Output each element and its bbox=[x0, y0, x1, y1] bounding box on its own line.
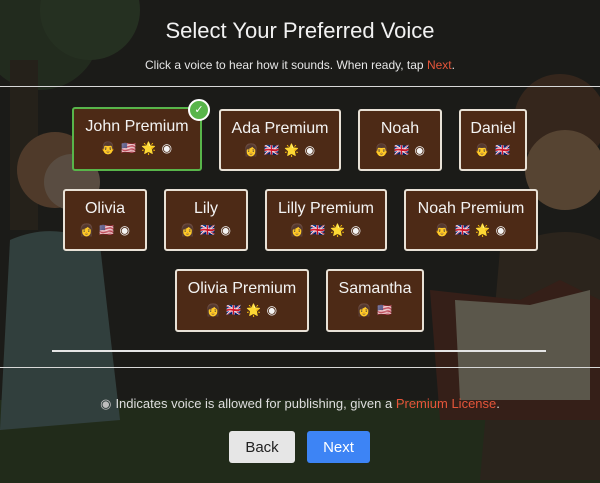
page-title: Select Your Preferred Voice bbox=[165, 18, 435, 43]
voice-name: Samantha bbox=[338, 280, 412, 297]
bottom-divider bbox=[0, 367, 600, 368]
voice-attribute-icons: 👨 🇬🇧 🌟 bbox=[434, 223, 492, 237]
voice-card-lily[interactable]: Lily 👩 🇬🇧 ◉ bbox=[164, 189, 248, 251]
voice-card-olivia-premium[interactable]: Olivia Premium 👩 🇬🇧 🌟 ◉ bbox=[175, 269, 309, 332]
page-subtitle: Click a voice to hear how it sounds. Whe… bbox=[0, 58, 600, 72]
voice-badges: 👩 🇬🇧 🌟 ◉ bbox=[267, 223, 385, 237]
voice-card-noah[interactable]: Noah 👨 🇬🇧 ◉ bbox=[358, 109, 442, 171]
cards-divider bbox=[52, 350, 546, 352]
voice-card-noah-premium[interactable]: Noah Premium 👨 🇬🇧 🌟 ◉ bbox=[404, 189, 538, 251]
publishing-note: ◉ Indicates voice is allowed for publishi… bbox=[0, 396, 600, 412]
voice-badges: 👩 🇺🇸 ◉ bbox=[65, 223, 145, 237]
note-suffix: . bbox=[496, 396, 500, 411]
voice-card-ada-premium[interactable]: Ada Premium 👩 🇬🇧 🌟 ◉ bbox=[219, 109, 341, 171]
voice-attribute-icons: 👩 🇬🇧 bbox=[179, 223, 217, 237]
voice-card-daniel[interactable]: Daniel 👨 🇬🇧 bbox=[459, 109, 527, 171]
voice-attribute-icons: 👩 🇬🇧 🌟 bbox=[205, 303, 263, 317]
voice-card-olivia[interactable]: Olivia 👩 🇺🇸 ◉ bbox=[63, 189, 147, 251]
voice-name: Daniel bbox=[470, 120, 516, 137]
voice-card-lilly-premium[interactable]: Lilly Premium 👩 🇬🇧 🌟 ◉ bbox=[265, 189, 387, 251]
publish-signal-icon: ◉ bbox=[266, 303, 279, 317]
publish-signal-icon: ◉ bbox=[119, 223, 132, 237]
publish-signal-icon: ◉ bbox=[220, 223, 233, 237]
voice-badges: 👨 🇬🇧 ◉ bbox=[360, 143, 440, 157]
voice-card-john-premium[interactable]: John Premium 👨 🇺🇸 🌟 ◉ ✓ bbox=[72, 99, 210, 171]
subtitle-suffix: . bbox=[451, 58, 455, 72]
voice-badges: 👩 🇬🇧 🌟 ◉ bbox=[221, 143, 339, 157]
voice-name: Ada Premium bbox=[231, 120, 329, 137]
subtitle-next-link: Next bbox=[426, 58, 452, 72]
voice-name: Olivia Premium bbox=[187, 280, 297, 297]
voice-badges: 👩 🇬🇧 🌟 ◉ bbox=[177, 303, 307, 317]
voice-card-samantha[interactable]: Samantha 👩 🇺🇸 bbox=[326, 269, 424, 332]
publish-signal-icon: ◉ bbox=[161, 141, 174, 155]
voice-attribute-icons: 👩 🇬🇧 🌟 bbox=[289, 223, 347, 237]
voice-name: Lilly Premium bbox=[277, 200, 374, 217]
voice-name: Lily bbox=[193, 200, 218, 217]
voice-name: Olivia bbox=[84, 200, 125, 217]
voice-attribute-icons: 👩 🇺🇸 bbox=[78, 223, 116, 237]
voice-attribute-icons: 👨 🇬🇧 bbox=[373, 143, 411, 157]
voice-badges: 👨 🇺🇸 🌟 ◉ bbox=[74, 141, 200, 155]
selected-check-icon: ✓ bbox=[188, 99, 210, 121]
voice-attribute-icons: 👨 🇺🇸 🌟 bbox=[100, 141, 158, 155]
publish-signal-icon: ◉ bbox=[304, 143, 317, 157]
publish-signal-icon: ◉ bbox=[100, 396, 112, 411]
premium-license-link[interactable]: Premium License bbox=[396, 396, 496, 411]
note-text: Indicates voice is allowed for publishin… bbox=[115, 396, 396, 411]
voice-badges: 👨 🇬🇧 bbox=[474, 143, 512, 157]
publish-signal-icon: ◉ bbox=[414, 143, 427, 157]
back-button[interactable]: Back bbox=[229, 431, 295, 463]
next-button[interactable]: Next bbox=[307, 431, 370, 463]
voice-name: Noah Premium bbox=[417, 200, 525, 217]
publish-signal-icon: ◉ bbox=[350, 223, 363, 237]
voice-badges: 👩 🇬🇧 ◉ bbox=[166, 223, 246, 237]
publish-signal-icon: ◉ bbox=[495, 223, 508, 237]
voice-badges: 👨 🇬🇧 🌟 ◉ bbox=[406, 223, 536, 237]
voice-name: Noah bbox=[380, 120, 420, 137]
subtitle-text: Click a voice to hear how it sounds. Whe… bbox=[145, 58, 427, 72]
voice-badges: 👩 🇺🇸 bbox=[356, 303, 394, 317]
voice-name: John Premium bbox=[85, 118, 189, 135]
top-divider bbox=[0, 86, 600, 87]
voice-attribute-icons: 👩 🇬🇧 🌟 bbox=[243, 143, 301, 157]
